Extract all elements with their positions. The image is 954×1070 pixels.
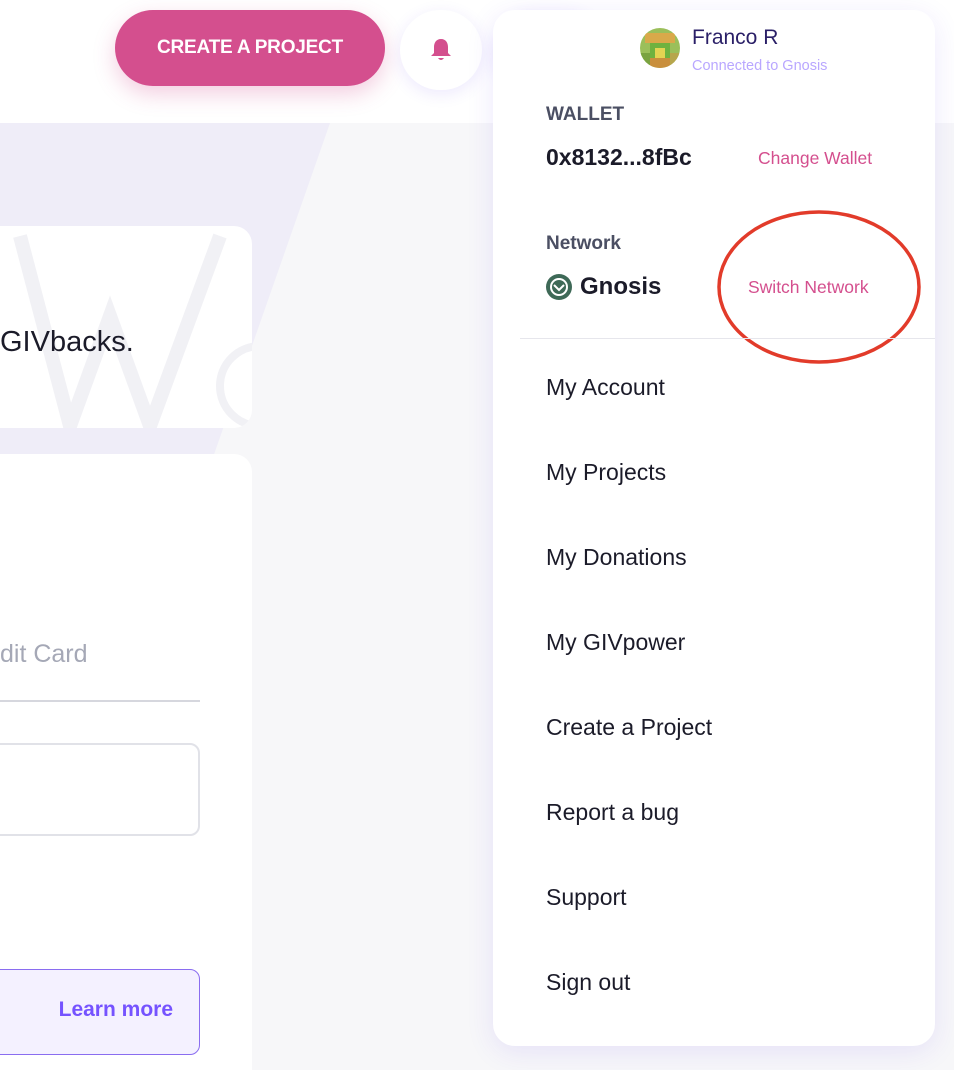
menu-item-my-donations[interactable]: My Donations — [546, 544, 687, 571]
amount-input[interactable] — [0, 743, 200, 836]
change-wallet-link[interactable]: Change Wallet — [758, 148, 872, 169]
info-card-text: GIVbacks. — [0, 326, 134, 358]
network-section-label: Network — [546, 233, 621, 254]
menu-item-my-givpower[interactable]: My GIVpower — [546, 629, 685, 656]
create-project-button[interactable]: CREATE A PROJECT — [115, 10, 385, 86]
connection-status: Connected to Gnosis — [692, 58, 828, 74]
page: CREATE A PROJECT 0 GIVbacks. dit Card — [0, 0, 954, 1070]
menu-item-support[interactable]: Support — [546, 884, 627, 911]
network-name: Gnosis — [580, 273, 662, 300]
givbacks-info-card: GIVbacks. — [0, 226, 252, 428]
user-menu-button[interactable]: Franco R Connected to Gnosis — [616, 10, 935, 110]
menu-item-my-projects[interactable]: My Projects — [546, 459, 666, 486]
network-row: Gnosis — [546, 273, 661, 301]
avatar — [640, 28, 680, 68]
menu-item-my-account[interactable]: My Account — [546, 374, 665, 401]
menu-item-report-bug[interactable]: Report a bug — [546, 799, 679, 826]
menu-item-sign-out[interactable]: Sign out — [546, 969, 630, 996]
switch-network-link[interactable]: Switch Network — [748, 277, 869, 298]
payment-tab-credit-card[interactable]: dit Card — [0, 640, 88, 669]
user-name: Franco R — [692, 26, 779, 49]
menu-divider — [520, 338, 935, 339]
user-dropdown-menu: Franco R Connected to Gnosis WALLET 0x81… — [493, 10, 935, 1046]
info-banner: Learn more — [0, 969, 200, 1055]
wallet-address: 0x8132...8fBc — [546, 144, 692, 170]
gnosis-icon — [546, 274, 572, 300]
learn-more-link[interactable]: Learn more — [59, 998, 173, 1022]
notifications-button[interactable] — [400, 10, 482, 90]
wallet-section-label: WALLET — [546, 104, 625, 125]
menu-item-create-project[interactable]: Create a Project — [546, 714, 712, 741]
bell-icon — [431, 39, 451, 60]
tab-underline — [0, 700, 200, 702]
